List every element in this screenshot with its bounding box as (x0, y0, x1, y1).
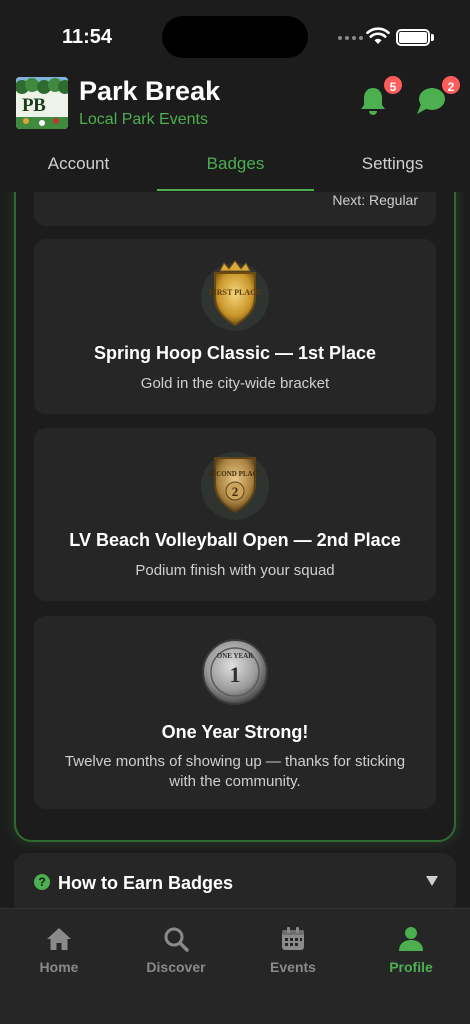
badge-title: Spring Hoop Classic — 1st Place (93, 343, 377, 363)
messages-button[interactable]: 2 (414, 74, 462, 118)
search-icon (164, 927, 189, 952)
person-icon (399, 927, 423, 951)
battery-tip (431, 34, 434, 41)
nav-discover[interactable]: Discover (117, 925, 235, 975)
messages-count-badge: 2 (440, 74, 462, 96)
calendar-icon (282, 927, 304, 950)
chevron-down-icon (426, 876, 438, 886)
second-place-shield-icon: SECOND PLACE 2 (201, 452, 269, 520)
nav-profile[interactable]: Profile (352, 925, 470, 975)
next-level-label: Next: Regular (332, 192, 418, 208)
first-place-shield-icon: FIRST PLACE (201, 260, 269, 331)
nav-events[interactable]: Events (234, 925, 352, 975)
how-to-earn-badges-accordion[interactable]: ? How to Earn Badges (14, 853, 456, 915)
nav-events-label: Events (270, 959, 316, 975)
notifications-count-badge: 5 (382, 74, 404, 96)
badge-card[interactable]: FIRST PLACE Spring Hoop Classic — 1st Pl… (34, 239, 436, 414)
nav-profile-label: Profile (389, 959, 433, 975)
logo-text: PB (22, 95, 46, 116)
nav-discover-label: Discover (146, 959, 206, 975)
app-logo: PB (16, 77, 68, 129)
status-time: 11:54 (62, 26, 113, 48)
badge-card[interactable]: ONE YEAR 1 One Year Strong! Twelve month… (34, 616, 436, 809)
level-progress-card: Next: Regular (34, 192, 436, 226)
emblem-text: ONE YEAR (217, 652, 254, 660)
tab-settings[interactable]: Settings (314, 140, 470, 192)
cellular-signal-icon (338, 36, 363, 40)
wifi-icon (366, 27, 390, 44)
app-title: Park Break (79, 76, 221, 106)
emblem-text: SECOND PLACE (208, 470, 263, 478)
tab-badges[interactable]: Badges (157, 140, 314, 192)
svg-text:1: 1 (230, 662, 241, 687)
status-bar: 11:54 (0, 0, 470, 72)
badge-description: Twelve months of showing up — thanks for… (64, 753, 406, 790)
home-icon (47, 928, 71, 950)
phone-screen: 11:54 PB Park Break Local Park Events 5 … (0, 0, 470, 1024)
help-icon: ? (34, 874, 50, 890)
nav-home-label: Home (39, 959, 79, 975)
profile-tabs: Account Badges Settings (0, 140, 470, 192)
svg-text:2: 2 (232, 484, 239, 499)
tab-account[interactable]: Account (0, 140, 157, 192)
dynamic-island (162, 16, 308, 58)
bottom-navigation: Home Discover Events Profile (0, 908, 470, 1024)
battery-icon (396, 29, 430, 46)
app-header: PB Park Break Local Park Events 5 2 (0, 72, 470, 138)
badge-description: Gold in the city-wide bracket (140, 375, 330, 392)
badge-description: Podium finish with your squad (135, 562, 335, 579)
emblem-text: FIRST PLACE (209, 288, 262, 297)
badges-content[interactable]: Next: Regular FIRST PLACE Spring Hoop Cl… (0, 192, 470, 908)
nav-home[interactable]: Home (0, 925, 118, 975)
badge-card[interactable]: SECOND PLACE 2 LV Beach Volleyball Open … (34, 428, 436, 601)
badge-title: One Year Strong! (161, 722, 309, 742)
how-to-earn-label: How to Earn Badges (58, 873, 234, 893)
notifications-button[interactable]: 5 (356, 74, 404, 118)
badge-title: LV Beach Volleyball Open — 2nd Place (69, 530, 401, 550)
one-year-coin-icon: ONE YEAR 1 (202, 639, 268, 705)
app-subtitle: Local Park Events (79, 111, 208, 128)
